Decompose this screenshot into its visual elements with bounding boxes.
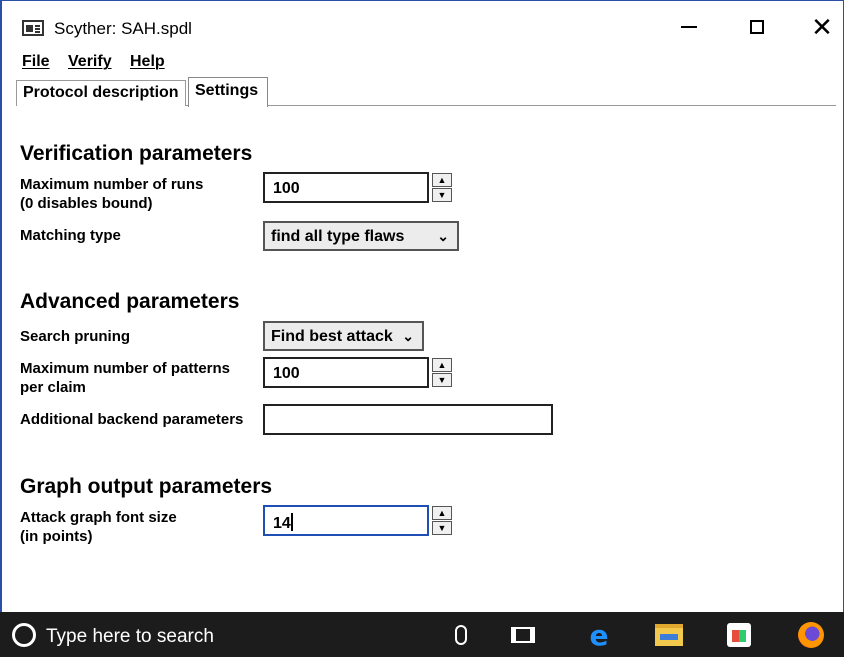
max-runs-increment-button[interactable]: ▲ — [432, 173, 452, 187]
matching-type-value: find all type flaws — [271, 228, 405, 245]
max-patterns-decrement-button[interactable]: ▼ — [432, 373, 452, 387]
task-view-icon — [511, 627, 535, 643]
font-size-increment-button[interactable]: ▲ — [432, 506, 452, 520]
font-size-value: 14 — [273, 515, 291, 532]
close-icon: ✕ — [811, 12, 833, 42]
advanced-section-title: Advanced parameters — [20, 290, 240, 313]
font-size-label-line2: (in points) — [20, 528, 93, 545]
file-explorer-icon — [655, 624, 683, 646]
tab-protocol-description[interactable]: Protocol description — [16, 80, 186, 106]
title-bar[interactable]: Scyther: SAH.spdl ✕ — [2, 1, 843, 45]
font-size-label: Attack graph font size (in points) — [20, 508, 177, 546]
edge-icon: e — [589, 618, 609, 652]
matching-type-dropdown[interactable]: find all type flaws ⌄ — [263, 221, 459, 251]
graph-section-title: Graph output parameters — [20, 475, 273, 498]
search-icon[interactable] — [12, 623, 36, 647]
chevron-down-icon: ⌄ — [402, 328, 414, 344]
font-size-decrement-button[interactable]: ▼ — [432, 521, 452, 535]
edge-button[interactable]: e — [584, 618, 614, 652]
tab-strip: Protocol description Settings — [16, 77, 836, 107]
app-window: Scyther: SAH.spdl ✕ File Verify Help Pro… — [0, 0, 844, 612]
text-caret — [290, 513, 293, 531]
minimize-icon — [681, 26, 697, 28]
menu-file[interactable]: File — [22, 53, 50, 71]
verification-section-title: Verification parameters — [20, 142, 253, 165]
backend-params-field[interactable] — [263, 404, 553, 435]
tab-settings[interactable]: Settings — [188, 77, 268, 107]
backend-params-label: Additional backend parameters — [20, 411, 244, 428]
max-patterns-increment-button[interactable]: ▲ — [432, 358, 452, 372]
store-button[interactable] — [724, 620, 754, 650]
font-size-spinner: ▲ ▼ — [432, 506, 452, 535]
max-runs-label: Maximum number of runs (0 disables bound… — [20, 175, 203, 213]
max-runs-label-line2: (0 disables bound) — [20, 195, 153, 212]
max-runs-field[interactable]: 100 — [263, 172, 429, 203]
microphone-button[interactable] — [446, 620, 476, 650]
max-patterns-label: Maximum number of patterns per claim — [20, 359, 230, 397]
menu-help[interactable]: Help — [130, 53, 165, 71]
max-patterns-label-line1: Maximum number of patterns — [20, 360, 231, 377]
maximize-icon — [750, 20, 764, 34]
window-title: Scyther: SAH.spdl — [54, 19, 192, 38]
close-button[interactable]: ✕ — [800, 11, 844, 43]
search-pruning-label: Search pruning — [20, 328, 131, 345]
menu-bar: File Verify Help — [2, 51, 843, 75]
max-runs-spinner: ▲ ▼ — [432, 173, 452, 202]
scyther-app-icon — [22, 20, 44, 36]
minimize-button[interactable] — [667, 11, 711, 43]
firefox-icon — [798, 622, 824, 648]
max-runs-label-line1: Maximum number of runs — [20, 176, 204, 193]
menu-verify[interactable]: Verify — [68, 53, 112, 71]
microphone-icon — [455, 625, 467, 645]
max-runs-decrement-button[interactable]: ▼ — [432, 188, 452, 202]
font-size-field[interactable]: 14 — [263, 505, 429, 536]
maximize-button[interactable] — [735, 11, 779, 43]
max-patterns-label-line2: per claim — [20, 379, 86, 396]
file-explorer-button[interactable] — [654, 620, 684, 650]
firefox-button[interactable] — [796, 620, 826, 650]
chevron-down-icon: ⌄ — [437, 228, 449, 244]
taskbar-search-input[interactable]: Type here to search — [46, 626, 214, 648]
store-icon — [727, 623, 751, 647]
matching-type-label: Matching type — [20, 227, 121, 244]
taskbar: Type here to search e — [0, 612, 844, 657]
font-size-label-line1: Attack graph font size — [20, 509, 177, 526]
max-patterns-field[interactable]: 100 — [263, 357, 429, 388]
search-pruning-dropdown[interactable]: Find best attack ⌄ — [263, 321, 424, 351]
search-pruning-value: Find best attack — [271, 328, 393, 345]
task-view-button[interactable] — [508, 620, 538, 650]
max-patterns-spinner: ▲ ▼ — [432, 358, 452, 387]
